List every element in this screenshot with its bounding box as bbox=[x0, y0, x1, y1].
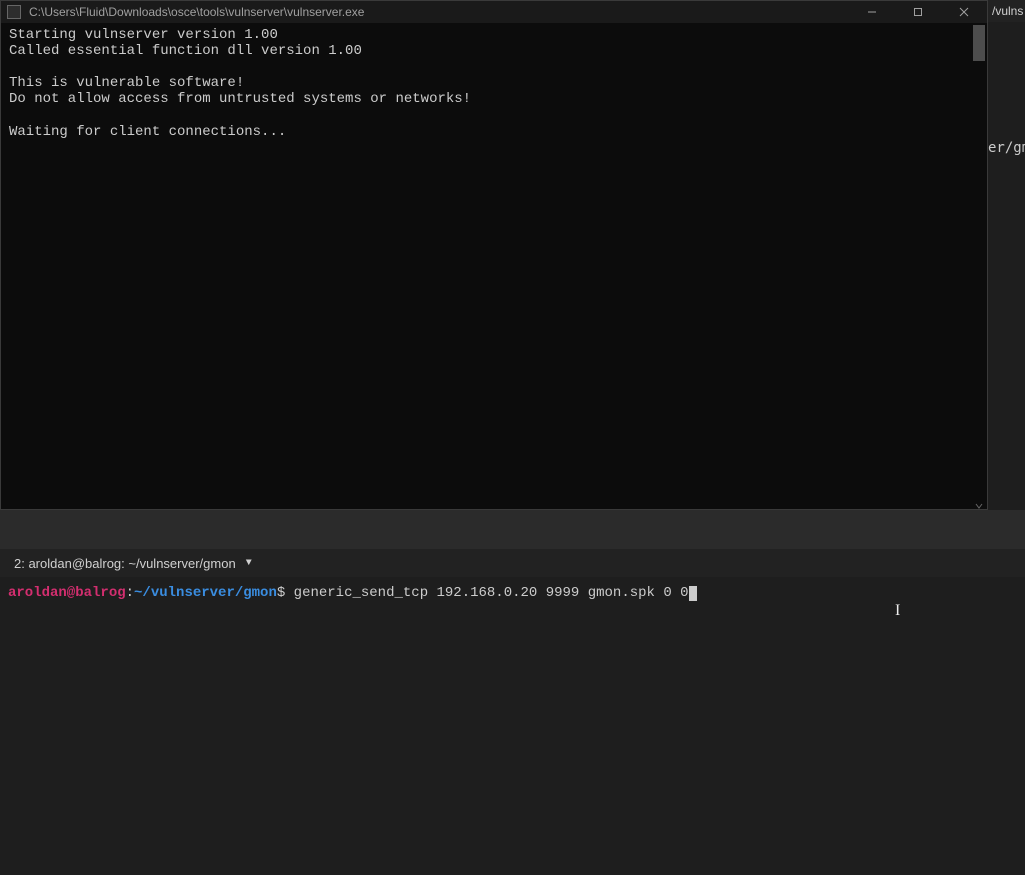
background-text-fragment: er/gm bbox=[988, 140, 1025, 156]
scrollbar-thumb[interactable] bbox=[973, 25, 985, 61]
linux-terminal-window: 2: aroldan@balrog: ~/vulnserver/gmon ▼ a… bbox=[0, 549, 1025, 875]
terminal-tab-label[interactable]: 2: aroldan@balrog: ~/vulnserver/gmon bbox=[14, 556, 236, 571]
console-output-area[interactable]: Starting vulnserver version 1.00 Called … bbox=[1, 23, 987, 509]
prompt-path: ~/vulnserver/gmon bbox=[134, 585, 277, 601]
terminal-body[interactable]: aroldan@balrog:~/vulnserver/gmon$ generi… bbox=[0, 577, 1025, 609]
maximize-button[interactable] bbox=[895, 1, 941, 23]
app-icon bbox=[7, 5, 21, 19]
command-input: generic_send_tcp 192.168.0.20 9999 gmon.… bbox=[285, 585, 688, 601]
scroll-down-icon[interactable] bbox=[975, 497, 983, 505]
scrollbar-track[interactable] bbox=[971, 23, 987, 509]
background-tab-fragment: /vulns bbox=[988, 0, 1025, 22]
terminal-cursor bbox=[689, 586, 697, 601]
window-titlebar[interactable]: C:\Users\Fluid\Downloads\osce\tools\vuln… bbox=[1, 1, 987, 23]
prompt-dollar: $ bbox=[277, 585, 285, 601]
minimize-button[interactable] bbox=[849, 1, 895, 23]
dropdown-arrow-icon[interactable]: ▼ bbox=[246, 558, 252, 569]
background-gap bbox=[0, 510, 1025, 549]
terminal-tab-bar[interactable]: 2: aroldan@balrog: ~/vulnserver/gmon ▼ bbox=[0, 549, 1025, 577]
prompt-user: aroldan@balrog bbox=[8, 585, 126, 601]
window-controls bbox=[849, 1, 987, 23]
console-output-text: Starting vulnserver version 1.00 Called … bbox=[9, 27, 979, 140]
prompt-separator: : bbox=[126, 585, 134, 601]
vulnserver-console-window: C:\Users\Fluid\Downloads\osce\tools\vuln… bbox=[0, 0, 988, 510]
close-button[interactable] bbox=[941, 1, 987, 23]
mouse-ibeam-cursor-icon: I bbox=[895, 602, 900, 620]
window-title: C:\Users\Fluid\Downloads\osce\tools\vuln… bbox=[29, 5, 364, 19]
